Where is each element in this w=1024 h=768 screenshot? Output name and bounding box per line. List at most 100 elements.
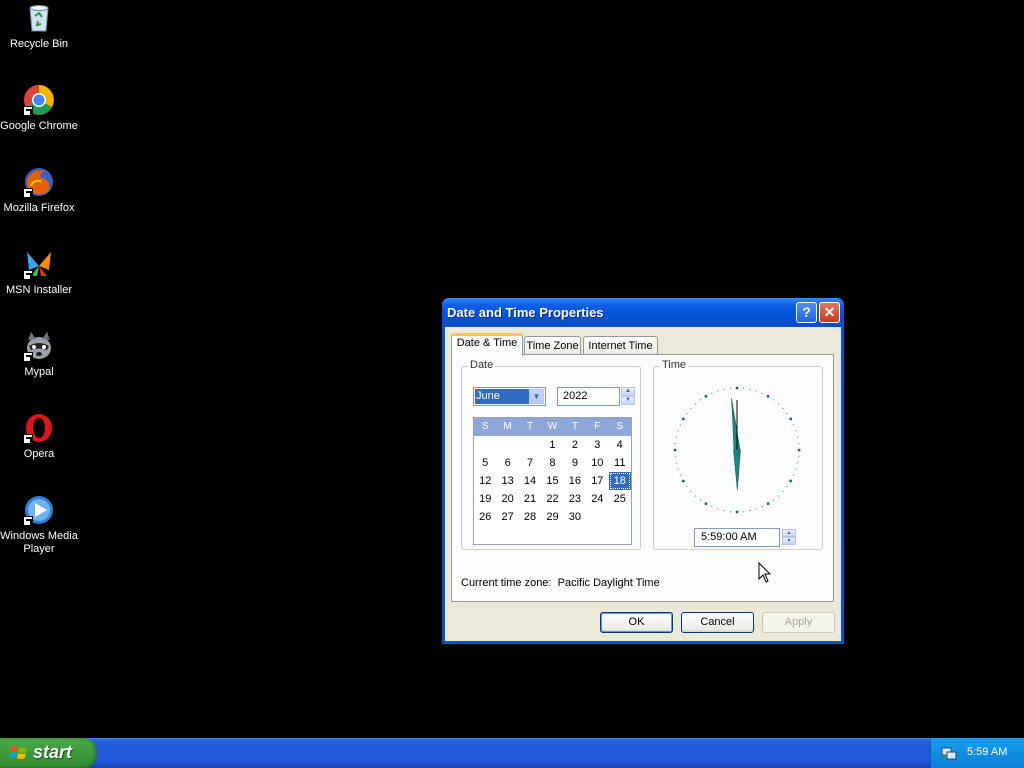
clock-minute-mark xyxy=(793,424,795,426)
media-player-icon xyxy=(23,494,55,526)
clock-minute-mark xyxy=(677,468,679,470)
desktop-icon-firefox[interactable]: Mozilla Firefox xyxy=(0,166,78,215)
tray-clock[interactable]: 5:59 AM xyxy=(967,746,1007,758)
windows-logo-icon xyxy=(10,746,27,759)
weekday-label: S xyxy=(481,421,489,432)
calendar-day[interactable]: 6 xyxy=(496,454,518,472)
timezone-label: Current time zone: xyxy=(461,577,552,589)
clock-minute-mark xyxy=(690,407,692,410)
month-select[interactable]: June ▼ xyxy=(473,387,546,406)
clock-hour-mark xyxy=(735,386,739,390)
time-field[interactable]: 5:59:00 AM xyxy=(694,528,780,547)
clock-minute-mark xyxy=(677,430,679,432)
start-button[interactable]: start xyxy=(0,738,97,768)
tab-date-time[interactable]: Date & Time xyxy=(451,333,523,356)
clock-minute-mark xyxy=(711,392,713,394)
calendar-day[interactable]: 16 xyxy=(564,472,586,490)
calendar-day xyxy=(474,436,496,454)
ok-button[interactable]: OK xyxy=(600,612,673,633)
calendar-day[interactable]: 22 xyxy=(541,490,563,508)
network-icon[interactable] xyxy=(941,745,957,761)
calendar-day[interactable]: 3 xyxy=(586,436,608,454)
close-icon: ✕ xyxy=(823,304,836,320)
calendar-day[interactable]: 2 xyxy=(564,436,586,454)
spin-up-icon[interactable]: ▲ xyxy=(782,529,796,537)
clock-minute-mark xyxy=(782,490,784,493)
calendar-day[interactable]: 8 xyxy=(541,454,563,472)
clock-hour-mark xyxy=(673,448,677,452)
desktop-icon-mypal[interactable]: Mypal xyxy=(0,330,78,379)
system-tray: 5:59 AM xyxy=(930,738,1024,768)
clock-minute-mark xyxy=(694,403,697,405)
calendar-week-row: 5 6 7 8 9 10 11 xyxy=(474,454,631,472)
clock-minute-mark xyxy=(679,474,681,476)
year-field[interactable]: 2022 xyxy=(557,387,620,406)
chevron-down-icon[interactable]: ▼ xyxy=(529,389,544,404)
calendar-day[interactable]: 18 xyxy=(608,472,631,490)
desktop-icon-msn[interactable]: MSN Installer xyxy=(0,248,78,297)
desktop-icon-chrome[interactable]: Google Chrome xyxy=(0,84,78,133)
calendar-day[interactable]: 27 xyxy=(496,508,518,526)
clock-minute-mark xyxy=(711,506,713,508)
calendar-day[interactable]: 23 xyxy=(564,490,586,508)
tab-label: Internet Time xyxy=(588,340,653,352)
weekday-label: T xyxy=(571,421,578,432)
calendar-day[interactable]: 13 xyxy=(496,472,518,490)
desktop-icon-recycle-bin[interactable]: Recycle Bin xyxy=(0,2,78,51)
calendar-day[interactable]: 28 xyxy=(519,508,541,526)
desktop-icon-label: Mypal xyxy=(24,366,54,378)
calendar-day[interactable]: 1 xyxy=(541,436,563,454)
calendar-day[interactable]: 19 xyxy=(474,490,496,508)
tab-panel: Date June ▼ 2022 ▲ ▼ S M T W T F S 1 2 3… xyxy=(451,354,834,602)
clock-minute-mark xyxy=(797,436,799,438)
calendar-day[interactable]: 21 xyxy=(519,490,541,508)
spin-up-icon[interactable]: ▲ xyxy=(621,387,635,396)
calendar-day[interactable]: 15 xyxy=(541,472,563,490)
tab-time-zone[interactable]: Time Zone xyxy=(524,336,581,355)
calendar-day[interactable]: 12 xyxy=(474,472,496,490)
shortcut-arrow-icon xyxy=(23,188,33,198)
calendar-day[interactable]: 11 xyxy=(609,454,631,472)
calendar-day[interactable]: 5 xyxy=(474,454,496,472)
calendar-day[interactable]: 4 xyxy=(609,436,631,454)
calendar-day xyxy=(586,508,608,526)
calendar-day[interactable]: 29 xyxy=(541,508,563,526)
calendar-day[interactable]: 10 xyxy=(586,454,608,472)
calendar-day[interactable]: 20 xyxy=(496,490,518,508)
clock-hour-mark xyxy=(704,502,708,505)
calendar-day[interactable]: 30 xyxy=(564,508,586,526)
clock-minute-mark xyxy=(717,390,719,392)
clock-minute-mark xyxy=(675,436,677,438)
time-spinner: ▲ ▼ xyxy=(782,529,796,546)
close-button[interactable]: ✕ xyxy=(819,302,840,323)
apply-button[interactable]: Apply xyxy=(762,612,835,633)
start-label: start xyxy=(33,742,73,762)
time-group-title: Time xyxy=(660,359,689,371)
cancel-button[interactable]: Cancel xyxy=(681,612,754,633)
dialog-titlebar[interactable]: Date and Time Properties ? ✕ xyxy=(442,298,844,327)
timezone-value: Pacific Daylight Time xyxy=(557,577,660,589)
clock-minute-mark xyxy=(723,510,725,512)
calendar-week-row: 26 27 28 29 30 xyxy=(474,508,631,526)
calendar-day[interactable]: 9 xyxy=(564,454,586,472)
clock-hour-mark xyxy=(789,479,792,483)
help-button[interactable]: ? xyxy=(796,302,817,323)
calendar-day[interactable]: 26 xyxy=(474,508,496,526)
spin-down-icon[interactable]: ▼ xyxy=(782,537,796,545)
desktop-icon-media-player[interactable]: Windows Media Player xyxy=(0,494,78,556)
clock-minute-mark xyxy=(729,511,732,513)
desktop-icon-label: Mozilla Firefox xyxy=(3,202,75,214)
calendar-day[interactable]: 14 xyxy=(519,472,541,490)
calendar-day[interactable]: 17 xyxy=(586,472,608,490)
calendar-day[interactable]: 7 xyxy=(519,454,541,472)
clock-minute-mark xyxy=(761,506,763,508)
desktop-icon-opera[interactable]: Opera xyxy=(0,412,78,461)
desktop-icon-label: Recycle Bin xyxy=(9,38,69,50)
calendar-day[interactable]: 25 xyxy=(609,490,631,508)
tab-internet-time[interactable]: Internet Time xyxy=(583,336,658,355)
calendar-day[interactable]: 24 xyxy=(586,490,608,508)
mypal-icon xyxy=(23,330,55,362)
clock-minute-mark xyxy=(755,390,757,392)
clock-minute-mark xyxy=(786,413,788,415)
spin-down-icon[interactable]: ▼ xyxy=(621,396,635,405)
